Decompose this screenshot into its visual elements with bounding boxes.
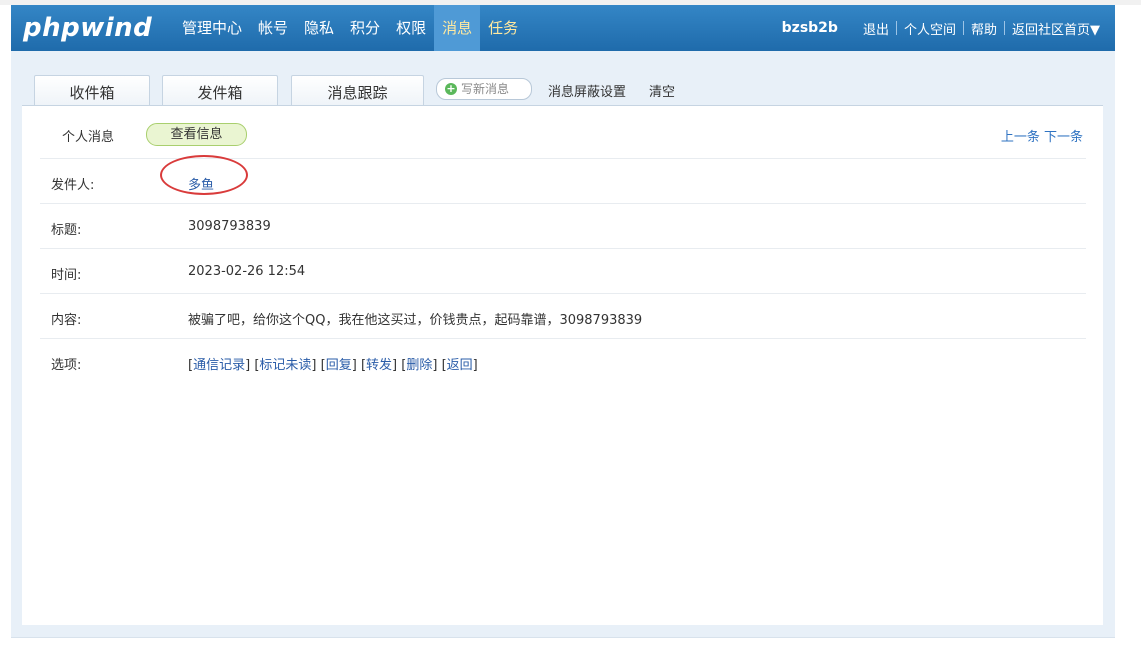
nav-account[interactable]: 帐号 bbox=[250, 5, 296, 51]
help-link[interactable]: 帮助 bbox=[964, 19, 1004, 38]
mark-unread-link[interactable]: 标记未读 bbox=[259, 358, 311, 373]
nav-tasks[interactable]: 任务 bbox=[480, 5, 526, 51]
personal-space-link[interactable]: 个人空间 bbox=[897, 19, 963, 38]
prev-message-link[interactable]: 上一条 bbox=[1001, 130, 1040, 145]
nav-admin-center[interactable]: 管理中心 bbox=[174, 5, 250, 51]
top-navigation-bar: phpwind 管理中心 帐号 隐私 积分 权限 消息 任务 bzsb2b 退出… bbox=[11, 5, 1115, 51]
back-to-community-link[interactable]: 返回社区首页▼ bbox=[1005, 19, 1107, 38]
message-pager: 上一条 下一条 bbox=[1001, 126, 1083, 145]
content-row: 内容: 被骗了吧，给你这个QQ，我在他这买过，价钱贵点，起码靠谱，3098793… bbox=[40, 293, 1086, 338]
title-label: 标题: bbox=[51, 223, 82, 238]
message-title: 3098793839 bbox=[188, 219, 271, 234]
nav-privacy[interactable]: 隐私 bbox=[296, 5, 342, 51]
content-label: 内容: bbox=[51, 313, 82, 328]
message-content: 被骗了吧，给你这个QQ，我在他这买过，价钱贵点，起码靠谱，3098793839 bbox=[188, 313, 643, 328]
write-message-button[interactable]: + 写新消息 bbox=[436, 78, 532, 100]
main-nav: 管理中心 帐号 隐私 积分 权限 消息 任务 bbox=[174, 5, 526, 51]
sender-label: 发件人: bbox=[51, 178, 95, 193]
phpwind-logo[interactable]: phpwind bbox=[23, 10, 152, 46]
forward-link[interactable]: 转发 bbox=[366, 358, 392, 373]
nav-messages[interactable]: 消息 bbox=[434, 5, 481, 51]
reply-link[interactable]: 回复 bbox=[326, 358, 352, 373]
clear-link[interactable]: 清空 bbox=[649, 81, 675, 100]
message-subbar: 个人消息 查看信息 上一条 下一条 bbox=[22, 106, 1103, 158]
history-link[interactable]: 通信记录 bbox=[193, 358, 245, 373]
user-bar: bzsb2b 退出 个人空间 帮助 返回社区首页▼ bbox=[782, 5, 1107, 51]
delete-link[interactable]: 删除 bbox=[406, 358, 432, 373]
next-message-link[interactable]: 下一条 bbox=[1044, 130, 1083, 145]
sender-link[interactable]: 多鱼 bbox=[188, 174, 214, 193]
back-link[interactable]: 返回 bbox=[447, 358, 473, 373]
title-row: 标题: 3098793839 bbox=[40, 203, 1086, 248]
sender-row: 发件人: 多鱼 bbox=[40, 155, 1086, 203]
logout-link[interactable]: 退出 bbox=[856, 19, 896, 38]
time-row: 时间: 2023-02-26 12:54 bbox=[40, 248, 1086, 293]
options-row: 选项: [通信记录] [标记未读] [回复] [转发] [删除] [返回] bbox=[40, 338, 1086, 383]
write-message-label: 写新消息 bbox=[461, 82, 510, 96]
options-label: 选项: bbox=[51, 358, 82, 373]
block-settings-link[interactable]: 消息屏蔽设置 bbox=[548, 81, 626, 100]
tab-inbox[interactable]: 收件箱 bbox=[34, 75, 150, 107]
nav-permissions[interactable]: 权限 bbox=[388, 5, 434, 51]
username[interactable]: bzsb2b bbox=[782, 20, 838, 36]
nav-points[interactable]: 积分 bbox=[342, 5, 388, 51]
tab-message-tracking[interactable]: 消息跟踪 bbox=[291, 75, 424, 107]
message-time: 2023-02-26 12:54 bbox=[188, 264, 306, 279]
time-label: 时间: bbox=[51, 268, 82, 283]
personal-messages-link[interactable]: 个人消息 bbox=[62, 126, 114, 145]
view-info-pill[interactable]: 查看信息 bbox=[146, 123, 247, 146]
tab-outbox[interactable]: 发件箱 bbox=[162, 75, 278, 107]
plus-icon: + bbox=[445, 82, 457, 95]
message-panel: 个人消息 查看信息 上一条 下一条 发件人: 多鱼 标题: 3098793839… bbox=[22, 105, 1103, 625]
app-frame: phpwind 管理中心 帐号 隐私 积分 权限 消息 任务 bzsb2b 退出… bbox=[11, 5, 1115, 638]
message-options: [通信记录] [标记未读] [回复] [转发] [删除] [返回] bbox=[188, 358, 478, 373]
